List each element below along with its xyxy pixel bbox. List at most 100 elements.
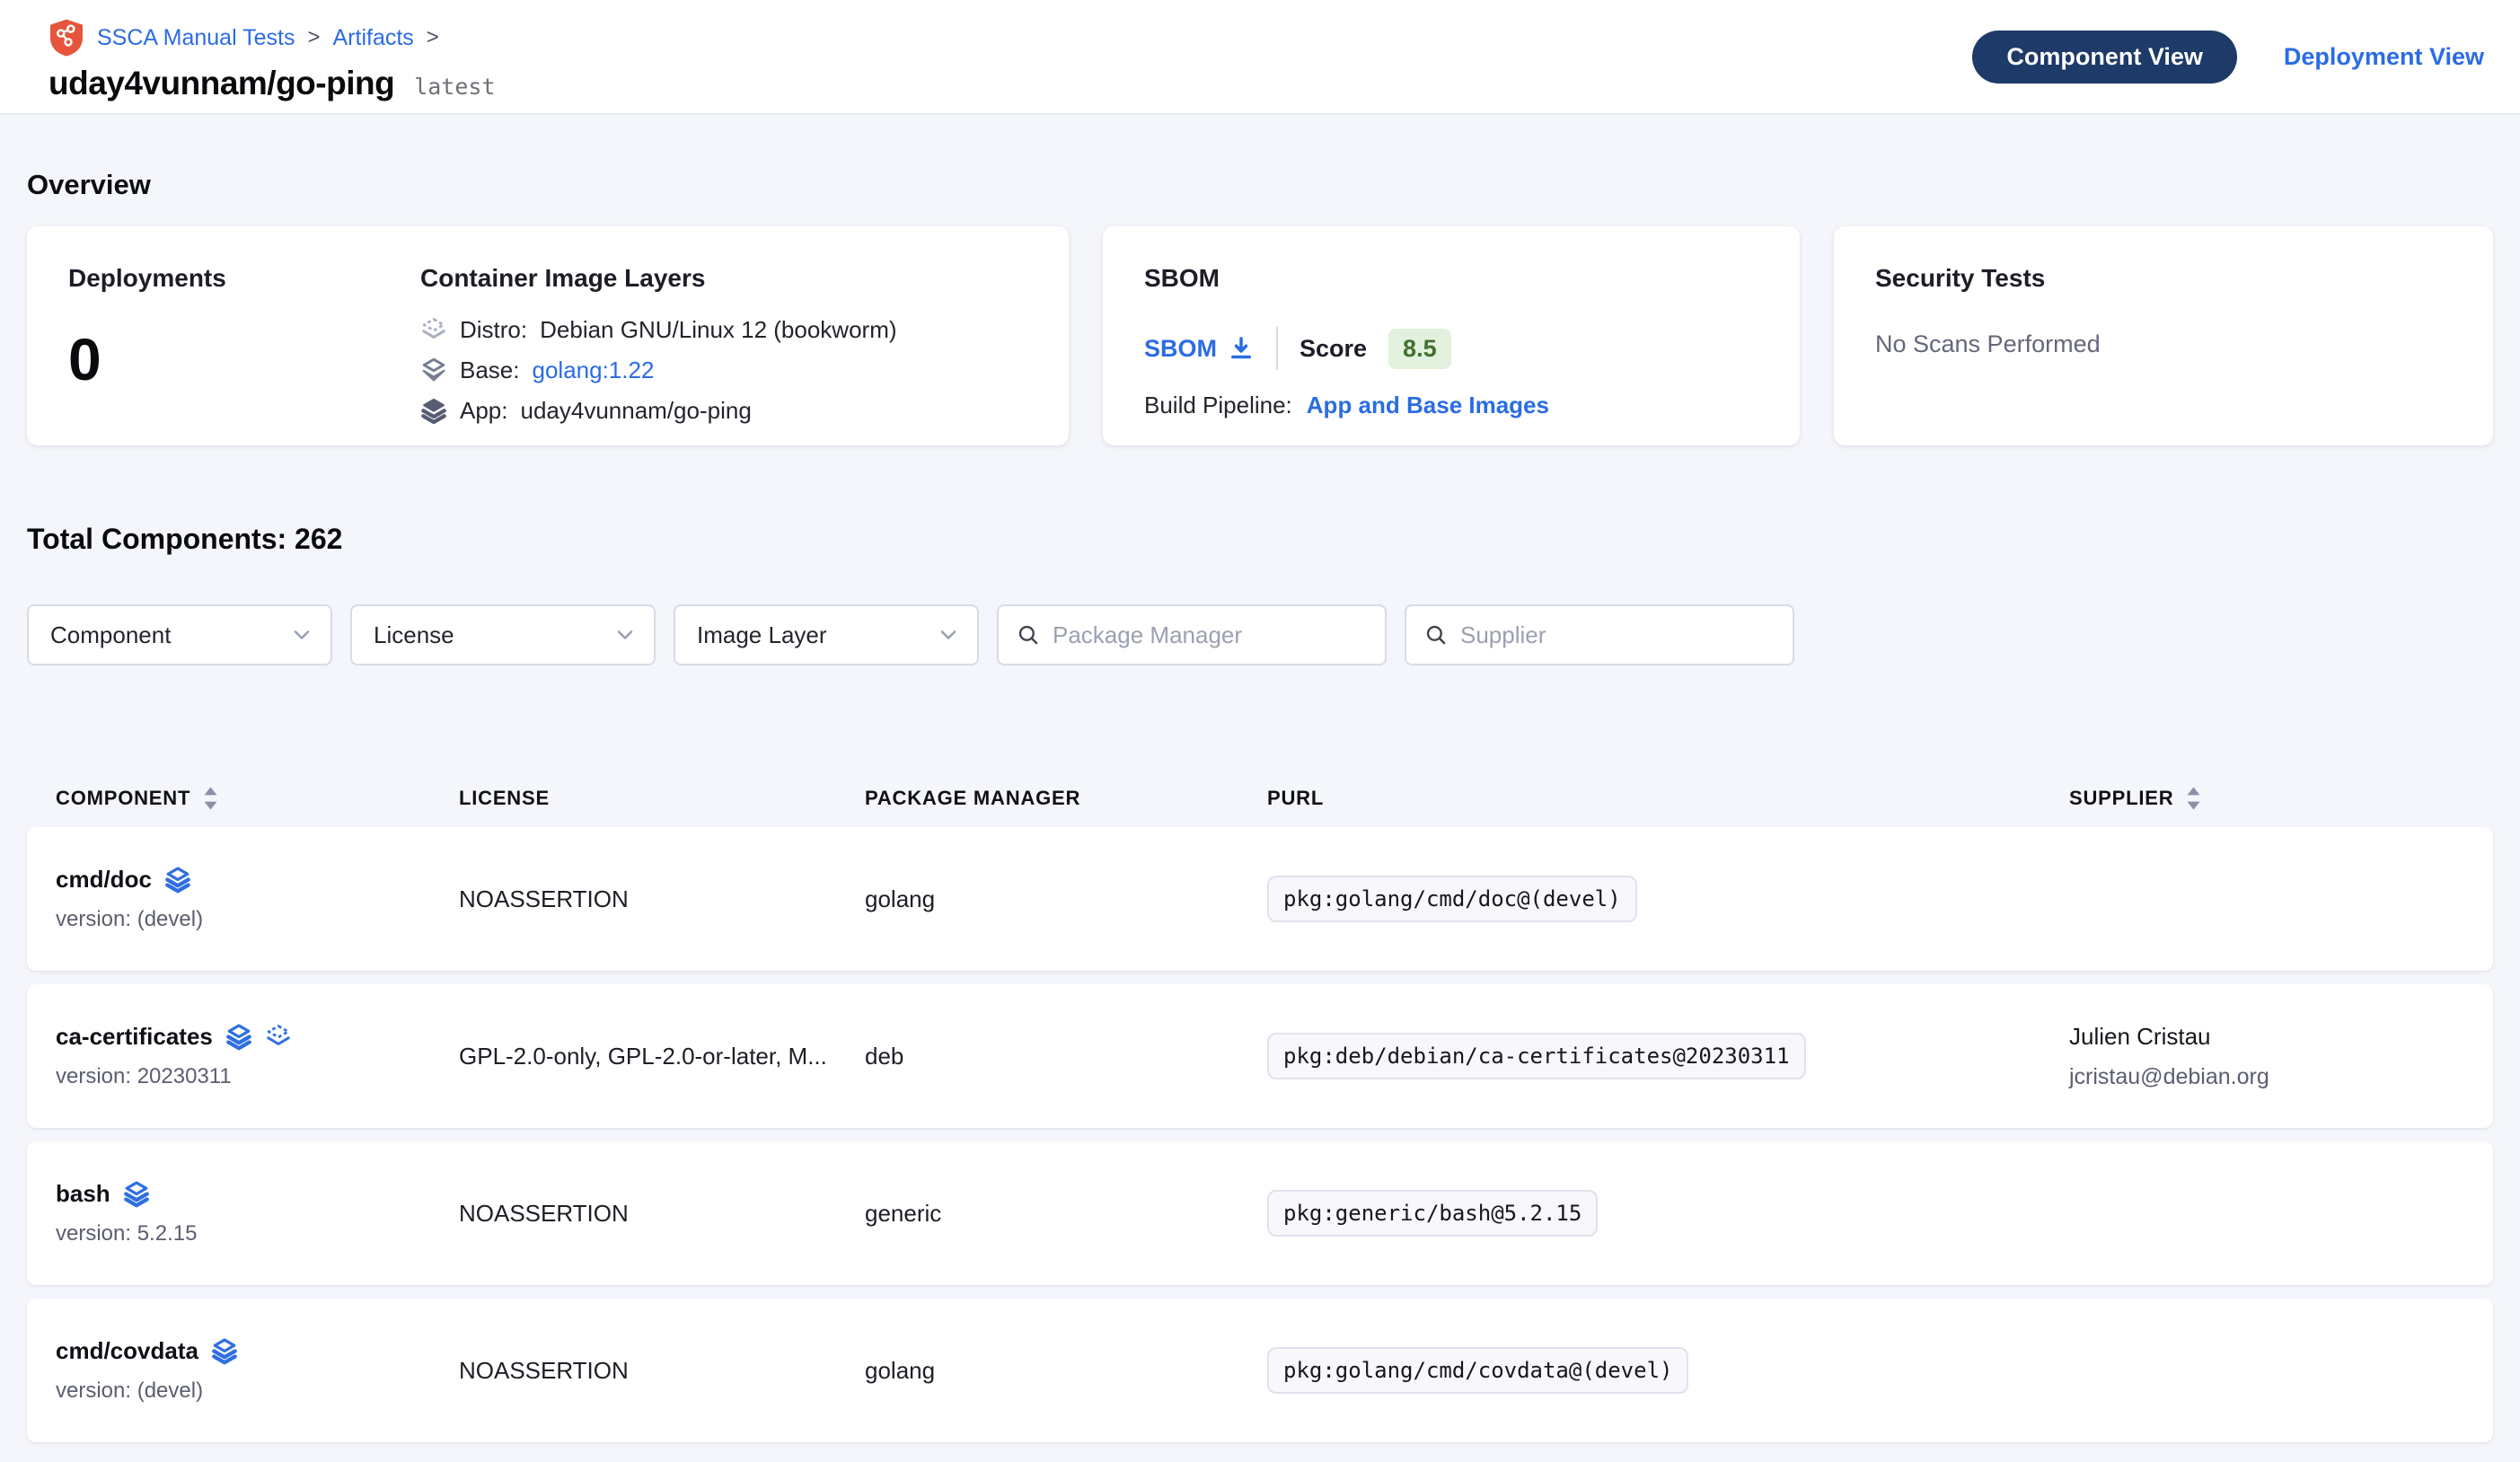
security-tests-title: Security Tests [1875, 264, 2452, 293]
view-toggle: Component View Deployment View [1972, 31, 2484, 84]
table-row[interactable]: ca-certificates version: 20230311 GPL-2.… [27, 984, 2493, 1128]
table-row[interactable]: cmd/covdata version: (devel) NOASSERTION… [27, 1299, 2493, 1442]
supplier-cell: Julien Cristau jcristau@debian.org [2069, 1023, 2464, 1090]
ssca-module-shield-icon [48, 18, 84, 57]
filters-row: Component License Image Layer [27, 604, 2493, 665]
package-manager-search-input[interactable] [1053, 621, 1367, 649]
license-cell: NOASSERTION [459, 1200, 865, 1228]
purl-badge: pkg:golang/cmd/covdata@(devel) [1267, 1347, 1688, 1394]
build-pipeline-label: Build Pipeline: [1144, 392, 1292, 419]
supplier-name: Julien Cristau [2069, 1023, 2464, 1051]
component-version: version: 5.2.15 [56, 1221, 459, 1246]
distro-layer-badge-icon [265, 1024, 292, 1051]
column-label: COMPONENT [56, 787, 190, 810]
table-row[interactable]: bash version: 5.2.15 NOASSERTION generic… [27, 1141, 2493, 1285]
deployment-view-link[interactable]: Deployment View [2284, 43, 2484, 71]
license-filter-dropdown[interactable]: License [350, 604, 656, 665]
column-label: PURL [1267, 787, 1324, 810]
breadcrumb-separator: > [307, 25, 320, 50]
app-label: App: [460, 397, 508, 425]
supplier-search-input[interactable] [1460, 621, 1775, 649]
app-layer-badge-icon [123, 1181, 150, 1208]
base-image-link[interactable]: golang:1.22 [533, 357, 655, 384]
purl-badge: pkg:deb/debian/ca-certificates@20230311 [1267, 1033, 1806, 1079]
app-layer-badge-icon [225, 1024, 252, 1051]
distro-layers-icon [420, 317, 447, 344]
image-layer-filter-label: Image Layer [697, 621, 827, 649]
overview-heading: Overview [27, 169, 2493, 201]
component-name: ca-certificates [56, 1023, 213, 1051]
license-cell: NOASSERTION [459, 1357, 865, 1385]
sort-icon[interactable] [2186, 786, 2201, 811]
column-label: LICENSE [459, 787, 550, 810]
page-header: SSCA Manual Tests > Artifacts > uday4vun… [0, 0, 2520, 115]
package-manager-search [997, 604, 1387, 665]
column-header-package-manager: PACKAGE MANAGER [865, 787, 1267, 810]
app-layers-icon [420, 398, 447, 425]
sbom-download-link[interactable]: SBOM [1144, 335, 1255, 363]
package-manager-cell: golang [865, 885, 1267, 913]
table-header: COMPONENT LICENSE PACKAGE MANAGER PURL S… [27, 786, 2493, 811]
package-manager-cell: deb [865, 1043, 1267, 1070]
security-tests-card: Security Tests No Scans Performed [1834, 226, 2493, 445]
package-manager-cell: golang [865, 1357, 1267, 1385]
app-layer-badge-icon [164, 867, 191, 894]
total-components-heading: Total Components: 262 [27, 523, 2493, 556]
image-layer-filter-dropdown[interactable]: Image Layer [674, 604, 979, 665]
breadcrumb-project-link[interactable]: SSCA Manual Tests [97, 25, 295, 51]
breadcrumb-separator: > [427, 25, 439, 50]
image-layers-title: Container Image Layers [420, 264, 1027, 293]
deployments-layers-card: Deployments 0 Container Image Layers Dis… [27, 226, 1069, 445]
sbom-download-label: SBOM [1144, 335, 1217, 363]
chevron-down-icon [291, 624, 313, 646]
search-icon [1017, 623, 1040, 647]
distro-label: Distro: [460, 316, 527, 344]
sbom-card: SBOM SBOM Score 8.5 Build Pipeline: App … [1103, 226, 1800, 445]
security-tests-status: No Scans Performed [1875, 330, 2452, 358]
component-version: version: (devel) [56, 907, 459, 932]
column-header-supplier[interactable]: SUPPLIER [2069, 786, 2464, 811]
package-manager-cell: generic [865, 1200, 1267, 1228]
base-layer-row: Base: golang:1.22 [420, 357, 1027, 384]
supplier-email: jcristau@debian.org [2069, 1064, 2464, 1090]
breadcrumb-artifacts-link[interactable]: Artifacts [333, 25, 414, 51]
deployments-title: Deployments [68, 264, 420, 293]
component-name: cmd/doc [56, 866, 152, 894]
component-filter-dropdown[interactable]: Component [27, 604, 332, 665]
sort-icon[interactable] [203, 786, 218, 811]
column-header-purl: PURL [1267, 787, 2069, 810]
app-layer-badge-icon [211, 1338, 238, 1365]
table-row[interactable]: cmd/doc version: (devel) NOASSERTION gol… [27, 827, 2493, 971]
chevron-down-icon [938, 624, 959, 646]
sbom-title: SBOM [1144, 264, 1758, 293]
base-label: Base: [460, 357, 520, 384]
purl-badge: pkg:generic/bash@5.2.15 [1267, 1190, 1598, 1237]
sbom-score-label: Score [1300, 335, 1367, 363]
license-filter-label: License [374, 621, 454, 649]
sbom-score-badge: 8.5 [1388, 329, 1451, 369]
app-value: uday4vunnam/go-ping [521, 397, 752, 425]
download-icon [1228, 335, 1255, 362]
column-header-license: LICENSE [459, 787, 865, 810]
component-version: version: (devel) [56, 1378, 459, 1404]
deployments-count: 0 [68, 325, 420, 393]
vertical-divider [1276, 327, 1278, 370]
component-name: cmd/covdata [56, 1337, 198, 1365]
app-layer-row: App: uday4vunnam/go-ping [420, 397, 1027, 425]
component-view-button[interactable]: Component View [1972, 31, 2237, 84]
column-header-component[interactable]: COMPONENT [56, 786, 459, 811]
license-cell: NOASSERTION [459, 885, 865, 913]
search-icon [1424, 623, 1448, 647]
purl-badge: pkg:golang/cmd/doc@(devel) [1267, 876, 1637, 922]
supplier-search [1405, 604, 1794, 665]
base-layers-icon [420, 357, 447, 384]
build-pipeline-link[interactable]: App and Base Images [1307, 392, 1549, 419]
distro-value: Debian GNU/Linux 12 (bookworm) [540, 316, 896, 344]
distro-layer-row: Distro: Debian GNU/Linux 12 (bookworm) [420, 316, 1027, 344]
artifact-tag: latest [414, 74, 495, 100]
component-version: version: 20230311 [56, 1064, 459, 1089]
license-cell: GPL-2.0-only, GPL-2.0-or-later, M... [459, 1043, 865, 1070]
column-label: PACKAGE MANAGER [865, 787, 1080, 810]
component-filter-label: Component [50, 621, 171, 649]
chevron-down-icon [614, 624, 636, 646]
